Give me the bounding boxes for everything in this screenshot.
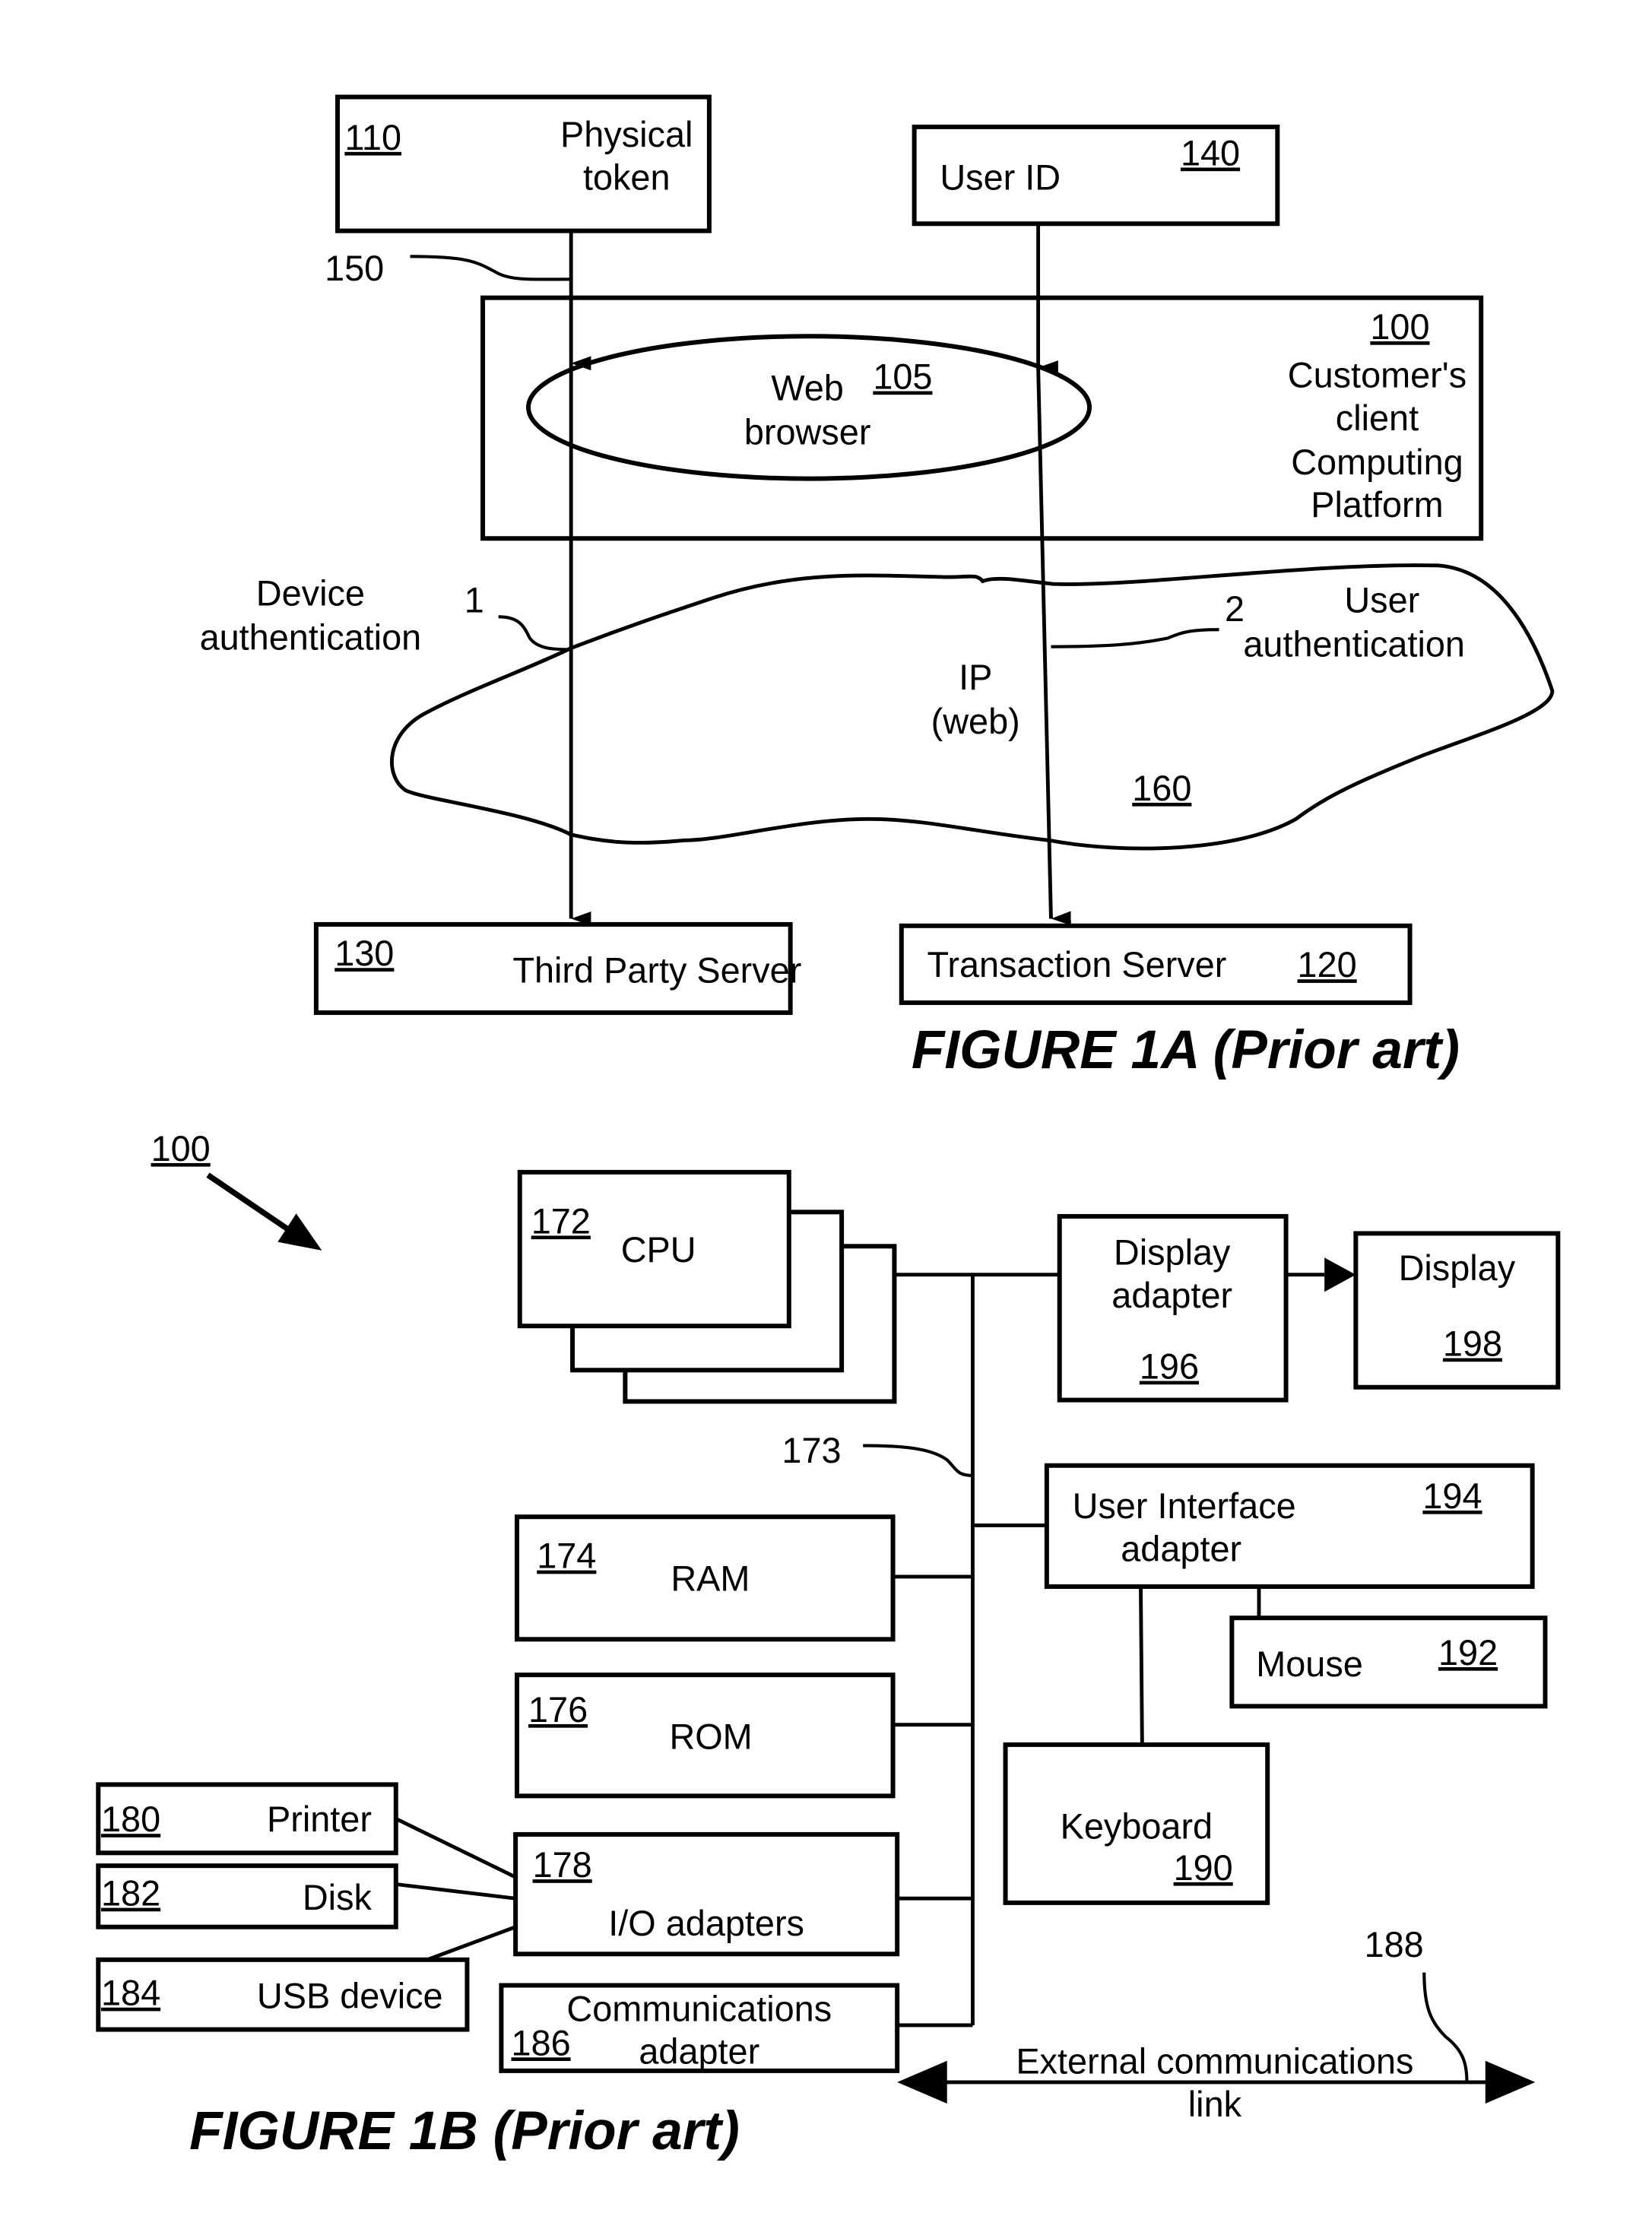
- display-label: Display: [1399, 1248, 1516, 1288]
- comm-adapter-label-2: adapter: [639, 2032, 759, 2072]
- user-id-label: User ID: [940, 157, 1061, 197]
- rom-box: 176 ROM: [515, 1673, 896, 1799]
- physical-token-ref: 110: [344, 118, 401, 157]
- client-platform-label-4: Platform: [1311, 485, 1443, 525]
- external-link-label-1: External communications: [1016, 2042, 1413, 2082]
- device-auth-label-1: Device: [256, 573, 365, 613]
- usb-device-label: USB device: [257, 1976, 443, 2015]
- web-browser-ref: 105: [873, 357, 932, 397]
- third-party-server-box: 130 Third Party Server: [313, 921, 801, 1016]
- client-platform-box: 100 Customer's client Computing Platform: [480, 295, 1484, 541]
- bus-leader: [863, 1444, 973, 1477]
- client-platform-label-3: Computing: [1291, 442, 1463, 482]
- third-party-server-ref: 130: [335, 934, 394, 973]
- external-link-label-2: link: [1188, 2085, 1242, 2124]
- mouse-ref: 192: [1438, 1633, 1498, 1673]
- io-device-links: [395, 1817, 517, 1962]
- comm-adapter-label-1: Communications: [566, 1989, 832, 2028]
- display-adapter-ref: 196: [1140, 1346, 1199, 1386]
- external-link-leader: [1422, 1972, 1469, 2082]
- system-ref: 100: [151, 1129, 211, 1168]
- user-id-box: User ID 140: [912, 124, 1280, 227]
- display-ref: 198: [1443, 1324, 1502, 1364]
- system-bus: [894, 1273, 1060, 2028]
- client-platform-ref: 100: [1370, 307, 1429, 347]
- client-platform-label-2: client: [1336, 398, 1419, 438]
- io-adapters-label: I/O adapters: [608, 1904, 804, 1943]
- ram-ref: 174: [537, 1536, 596, 1576]
- user-id-ref: 140: [1181, 133, 1240, 173]
- transaction-server-box: Transaction Server 120: [899, 923, 1413, 1005]
- ui-adapter-label-2: adapter: [1121, 1529, 1241, 1568]
- usb-device-box: 184 USB device: [96, 1957, 470, 2032]
- bus-ref: 173: [782, 1431, 841, 1470]
- rom-label: ROM: [669, 1717, 752, 1757]
- figure-1b: 100 172 CPU 173 Display adapter 196 Disp…: [96, 1129, 1561, 2161]
- disk-ref: 182: [101, 1874, 160, 1914]
- user-auth-leader: [1051, 628, 1219, 648]
- physical-token-label-1: Physical: [560, 115, 693, 154]
- comm-adapter-box: Communications adapter 186: [499, 1983, 900, 2073]
- io-adapters-ref: 178: [533, 1845, 592, 1885]
- figure-1a: 110 Physical token User ID 140 150 100 C…: [200, 94, 1555, 1080]
- display-box: Display 198: [1353, 1231, 1561, 1390]
- ram-label: RAM: [671, 1559, 750, 1599]
- user-auth-step: 2: [1225, 589, 1245, 629]
- device-auth-label-2: authentication: [200, 617, 422, 657]
- keyboard-label: Keyboard: [1061, 1807, 1213, 1847]
- figure-1a-caption: FIGURE 1A (Prior art): [912, 1020, 1460, 1080]
- keyboard-ref: 190: [1174, 1848, 1233, 1888]
- network-label-2: (web): [931, 702, 1020, 741]
- physical-token-label-2: token: [583, 157, 671, 197]
- system-pointer-arrow: [206, 1172, 322, 1251]
- comm-adapter-ref: 186: [512, 2023, 571, 2063]
- transaction-server-label: Transaction Server: [927, 945, 1227, 985]
- disk-label: Disk: [303, 1878, 373, 1917]
- display-link-arrow: [1286, 1257, 1356, 1292]
- printer-box: 180 Printer: [96, 1782, 398, 1856]
- physical-token-box: 110 Physical token: [335, 94, 712, 233]
- figure-1b-caption: FIGURE 1B (Prior art): [189, 2101, 740, 2161]
- device-auth-step: 1: [465, 581, 484, 620]
- disk-box: 182 Disk: [96, 1863, 398, 1929]
- external-link-ref: 188: [1365, 1925, 1424, 1964]
- io-adapters-box: 178 I/O adapters: [513, 1831, 900, 1957]
- printer-ref: 180: [101, 1799, 160, 1839]
- ui-adapter-label-1: User Interface: [1073, 1486, 1296, 1526]
- client-platform-label-1: Customer's: [1288, 356, 1467, 395]
- third-party-server-label: Third Party Server: [512, 951, 801, 991]
- user-auth-label-1: User: [1344, 581, 1419, 620]
- patent-figure-sheet: 110 Physical token User ID 140 150 100 C…: [96, 94, 1561, 2161]
- printer-label: Printer: [267, 1799, 372, 1839]
- ui-adapter-ref: 194: [1422, 1476, 1482, 1516]
- display-adapter-box: Display adapter 196: [1057, 1213, 1289, 1403]
- device-auth-leader: [498, 615, 572, 652]
- rom-ref: 176: [528, 1690, 588, 1730]
- connector-150-label: 150: [325, 249, 384, 288]
- transaction-server-ref: 120: [1298, 945, 1357, 985]
- display-adapter-label-1: Display: [1114, 1233, 1231, 1273]
- usb-device-ref: 184: [101, 1974, 160, 2013]
- web-browser-label-1: Web: [771, 369, 843, 408]
- cpu-label: CPU: [621, 1230, 696, 1270]
- display-adapter-label-2: adapter: [1111, 1276, 1232, 1315]
- mouse-label: Mouse: [1256, 1644, 1363, 1684]
- user-auth-label-2: authentication: [1243, 625, 1465, 664]
- keyboard-box: Keyboard 190: [1003, 1742, 1270, 1905]
- mouse-box: Mouse 192: [1229, 1615, 1548, 1709]
- connector-150-leader: [410, 255, 572, 281]
- ui-adapter-box: User Interface adapter 194: [1044, 1463, 1535, 1589]
- ram-box: 174 RAM: [515, 1514, 896, 1642]
- network-label-1: IP: [959, 658, 992, 697]
- network-ref: 160: [1132, 769, 1191, 808]
- cpu-stack: 172 CPU: [517, 1169, 897, 1404]
- cpu-ref: 172: [531, 1201, 591, 1241]
- keyboard-link: [1139, 1586, 1144, 1745]
- web-browser-label-2: browser: [744, 413, 871, 452]
